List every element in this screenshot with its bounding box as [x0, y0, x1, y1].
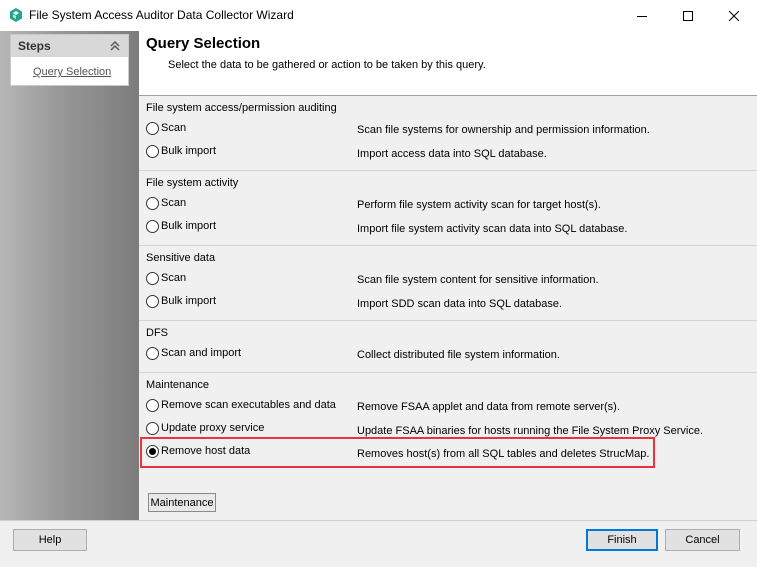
option-description: Import SDD scan data into SQL database.	[357, 298, 563, 310]
option-access-bulk-import[interactable]: Bulk import	[146, 143, 216, 159]
radio-button[interactable]	[146, 294, 159, 308]
radio-button[interactable]	[146, 421, 159, 435]
option-activity-scan[interactable]: Scan	[146, 195, 186, 211]
close-button[interactable]	[711, 0, 757, 31]
radio-button[interactable]	[146, 398, 159, 412]
finish-button[interactable]: Finish	[586, 529, 658, 551]
group-divider	[139, 372, 757, 373]
maximize-button[interactable]	[665, 0, 711, 31]
highlight-box	[140, 437, 655, 468]
maintenance-button[interactable]: Maintenance	[148, 493, 216, 512]
option-label: Bulk import	[161, 295, 217, 307]
radio-button[interactable]	[146, 121, 159, 135]
radio-button[interactable]	[146, 271, 159, 285]
page-title: Query Selection	[146, 35, 261, 52]
option-dfs-scan-and-import[interactable]: Scan and import	[146, 345, 241, 361]
option-label: Scan and import	[161, 347, 242, 359]
group-divider	[139, 245, 757, 246]
minimize-icon	[637, 15, 647, 17]
group-title: Sensitive data	[146, 252, 216, 264]
group-title: DFS	[146, 327, 168, 339]
option-remove-scan-executables[interactable]: Remove scan executables and data	[146, 397, 336, 413]
option-label: Bulk import	[161, 220, 217, 232]
option-label: Scan	[161, 122, 187, 134]
steps-title: Steps	[18, 39, 51, 53]
option-update-proxy-service[interactable]: Update proxy service	[146, 420, 264, 436]
option-description: Perform file system activity scan for ta…	[357, 199, 601, 211]
option-label: Scan	[161, 272, 187, 284]
group-divider	[139, 320, 757, 321]
option-label: Update proxy service	[161, 422, 265, 434]
close-icon	[729, 10, 739, 21]
page-header: Query Selection Select the data to be ga…	[139, 31, 757, 95]
option-description: Import file system activity scan data in…	[357, 223, 628, 235]
option-label: Remove scan executables and data	[161, 399, 336, 411]
option-activity-bulk-import[interactable]: Bulk import	[146, 218, 216, 234]
option-description: Remove FSAA applet and data from remote …	[357, 401, 620, 413]
radio-button[interactable]	[146, 346, 159, 360]
group-title: File system activity	[146, 177, 239, 189]
group-title: Maintenance	[146, 379, 209, 391]
minimize-button[interactable]	[619, 0, 665, 31]
maximize-icon	[683, 10, 693, 21]
window-title: File System Access Auditor Data Collecto…	[29, 8, 294, 22]
option-sdd-bulk-import[interactable]: Bulk import	[146, 293, 216, 309]
sidebar: Steps Query Selection	[0, 31, 139, 520]
page-description: Select the data to be gathered or action…	[168, 59, 486, 71]
option-label: Bulk import	[161, 145, 217, 157]
help-button[interactable]: Help	[13, 529, 87, 551]
steps-panel: Steps Query Selection	[10, 34, 129, 86]
app-logo-icon	[10, 8, 22, 22]
steps-header[interactable]: Steps	[11, 35, 128, 57]
option-description: Import access data into SQL database.	[357, 148, 547, 160]
option-sdd-scan[interactable]: Scan	[146, 270, 186, 286]
sidebar-item-query-selection[interactable]: Query Selection	[33, 66, 111, 78]
radio-button[interactable]	[146, 144, 159, 158]
radio-button[interactable]	[146, 196, 159, 210]
wizard-footer: Help Finish Cancel	[0, 520, 757, 567]
option-label: Scan	[161, 197, 187, 209]
option-description: Scan file systems for ownership and perm…	[357, 124, 650, 136]
option-description: Collect distributed file system informat…	[357, 349, 560, 361]
radio-button[interactable]	[146, 219, 159, 233]
group-title: File system access/permission auditing	[146, 102, 337, 114]
group-divider	[139, 170, 757, 171]
collapse-chevron-icon[interactable]	[109, 39, 121, 53]
title-bar: File System Access Auditor Data Collecto…	[0, 0, 757, 31]
option-access-scan[interactable]: Scan	[146, 120, 186, 136]
option-description: Update FSAA binaries for hosts running t…	[357, 425, 704, 437]
option-description: Scan file system content for sensitive i…	[357, 274, 599, 286]
cancel-button[interactable]: Cancel	[665, 529, 740, 551]
